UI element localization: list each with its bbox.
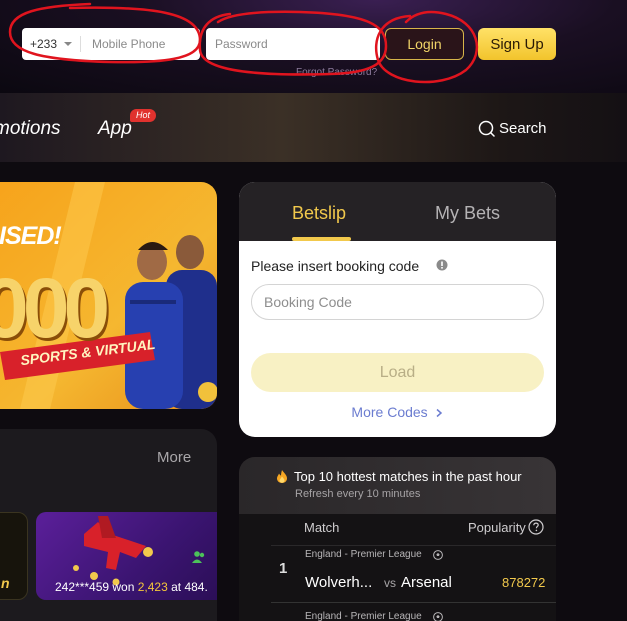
- aviator-game-tile[interactable]: 242***459 won 2,423 at 484.: [36, 512, 217, 600]
- soccer-ball-icon: [433, 550, 443, 560]
- phone-field-group: +233: [22, 28, 200, 60]
- match-league: England - Premier League: [305, 611, 422, 621]
- sign-up-button[interactable]: Sign Up: [478, 28, 556, 60]
- search-button[interactable]: Search: [478, 120, 547, 137]
- active-tab-indicator: [292, 237, 351, 241]
- hottest-subtitle: Refresh every 10 minutes: [295, 488, 421, 500]
- booking-code-label: Please insert booking code: [251, 258, 420, 274]
- away-team: Arsenal: [401, 574, 452, 591]
- game-tile[interactable]: n: [0, 512, 28, 600]
- win-suffix: at 484.: [167, 580, 208, 594]
- soccer-ball-icon: [433, 612, 443, 621]
- win-amount: 2,423: [137, 580, 168, 594]
- divider: [271, 602, 556, 603]
- column-header-popularity: Popularity: [468, 520, 526, 535]
- top-header: +233 Forgot Password? Login Sign Up: [0, 0, 627, 93]
- chevron-right-icon: [436, 408, 442, 418]
- game-tile-text: n: [1, 575, 10, 591]
- games-card: More n 242***459 won 2,423 at 484.: [0, 429, 217, 621]
- load-button[interactable]: Load: [251, 353, 544, 392]
- more-codes-link[interactable]: More Codes: [239, 404, 556, 420]
- more-codes-label: More Codes: [351, 404, 428, 420]
- nav-item-promotions[interactable]: motions: [0, 118, 61, 140]
- fire-icon: [277, 470, 287, 483]
- tab-betslip[interactable]: Betslip: [292, 203, 346, 224]
- mobile-phone-input[interactable]: [86, 34, 196, 54]
- divider: [80, 36, 81, 52]
- recent-win-text: 242***459 won 2,423 at 484.: [55, 580, 208, 594]
- betslip-tabs: Betslip My Bets: [239, 182, 556, 241]
- match-league: England - Premier League: [305, 549, 422, 560]
- help-icon[interactable]: [528, 519, 544, 535]
- win-user: 242***459 won: [55, 580, 138, 594]
- password-field-group: [206, 28, 380, 60]
- more-games-link[interactable]: More: [157, 449, 191, 466]
- login-button[interactable]: Login: [385, 28, 464, 60]
- popularity-value: 878272: [502, 575, 546, 590]
- tab-my-bets[interactable]: My Bets: [435, 203, 500, 224]
- banner-headline: AISED!: [0, 222, 62, 250]
- main-nav: motions App Hot Search: [0, 93, 627, 162]
- hot-badge: Hot: [130, 109, 157, 122]
- column-header-match: Match: [304, 520, 340, 535]
- search-label: Search: [499, 120, 547, 137]
- chevron-down-icon[interactable]: [64, 42, 72, 46]
- forgot-password-link[interactable]: Forgot Password?: [296, 67, 377, 78]
- hottest-matches-card: Top 10 hottest matches in the past hour …: [239, 457, 556, 621]
- booking-code-input[interactable]: [251, 284, 544, 320]
- banner-amount: 000: [0, 261, 110, 355]
- users-icon: [192, 551, 205, 563]
- betslip-panel: Betslip My Bets Please insert booking co…: [239, 182, 556, 437]
- promo-banner[interactable]: AISED! 000 SPORTS & VIRTUAL: [0, 182, 217, 409]
- vs-label: vs: [384, 576, 396, 590]
- hottest-title: Top 10 hottest matches in the past hour: [294, 469, 522, 484]
- home-team: Wolverh...: [305, 574, 373, 591]
- password-input[interactable]: [206, 34, 376, 54]
- search-icon: [478, 120, 495, 137]
- match-rank: 1: [279, 560, 288, 577]
- hottest-header: Top 10 hottest matches in the past hour …: [239, 457, 556, 514]
- divider: [271, 545, 556, 546]
- info-icon[interactable]: [436, 259, 448, 271]
- country-code-select[interactable]: +233: [30, 37, 57, 51]
- nav-item-app[interactable]: App: [98, 118, 132, 140]
